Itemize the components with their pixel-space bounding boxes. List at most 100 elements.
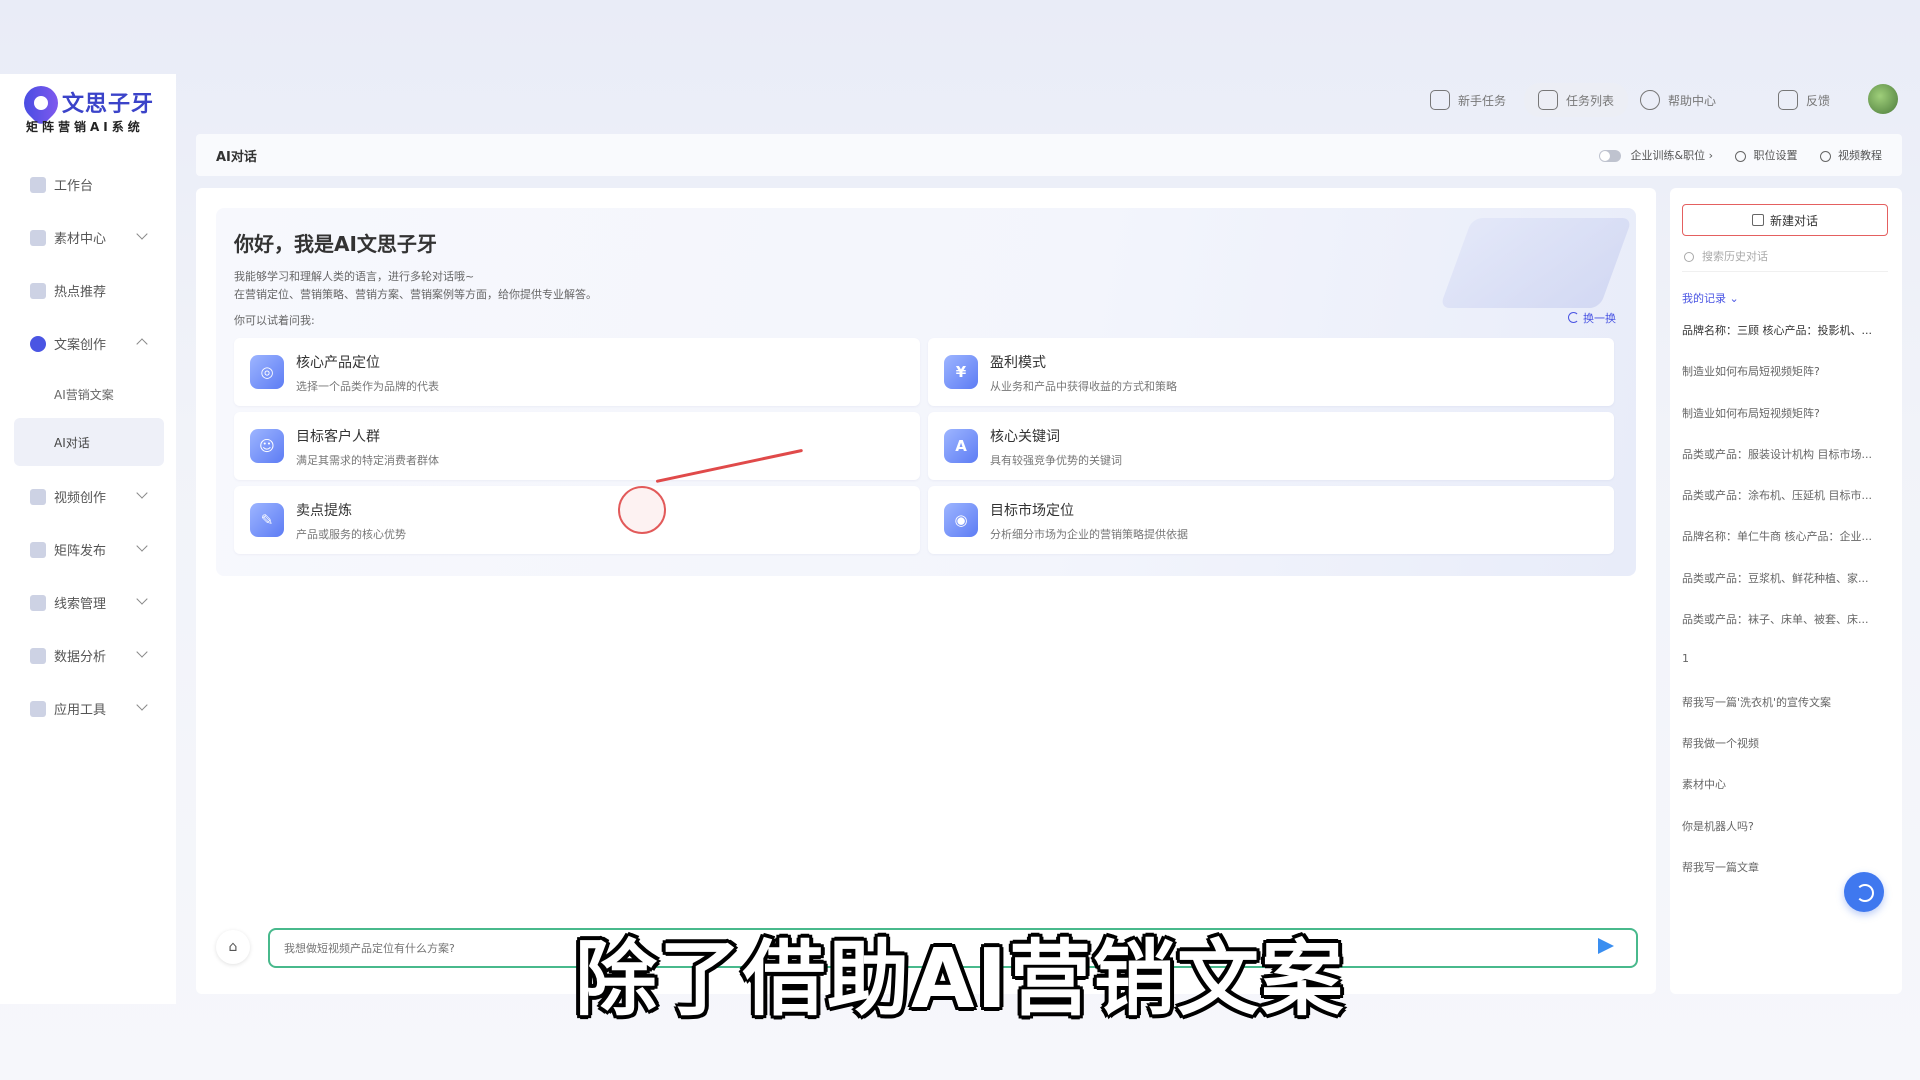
sidebar-item-label: 文案创作 [54,338,107,353]
history-item[interactable]: 制造业如何布局短视频矩阵? [1682,363,1892,404]
history-search-input[interactable]: 搜索历史对话 [1682,248,1888,272]
history-item[interactable]: 制造业如何布局短视频矩阵? [1682,405,1892,446]
sidebar-item-copywriting[interactable]: 文案创作 [14,317,164,370]
sidebar-item-trending[interactable]: 热点推荐 [14,264,164,317]
suggestion-title: 核心关键词 [990,429,1060,445]
radar-icon: ◉ [944,503,978,537]
chevron-down-icon [136,646,148,658]
image-icon [30,229,46,246]
position-settings-button[interactable]: 职位设置 [1735,147,1798,163]
top-bar: 新手任务 任务列表 帮助中心 反馈 [196,74,1920,126]
enterprise-toggle[interactable]: 企业训练&职位 › [1599,147,1713,163]
chevron-down-icon [136,487,148,499]
suggestion-title: 盈利模式 [990,355,1046,371]
history-item[interactable]: 品牌名称：三顾 核心产品：投影机、... [1682,322,1892,363]
suggestion-subtitle: 选择一个品类作为品牌的代表 [296,380,439,393]
suggestion-subtitle: 产品或服务的核心优势 [296,528,406,541]
history-filter-dropdown[interactable]: 我的记录 ⌄ [1682,290,1739,306]
sidebar-item-label: 矩阵发布 [54,544,107,559]
cursor-highlight [618,486,666,534]
add-icon [1751,214,1764,226]
suggestion-title: 目标市场定位 [990,503,1074,519]
video-subtitle: 除了借助AI营销文案 [575,932,1345,1027]
suggestion-subtitle: 具有较强竞争优势的关键词 [990,454,1122,467]
toggle-switch[interactable] [1599,150,1622,162]
mail-icon [1778,90,1798,110]
avatar[interactable] [1868,84,1898,114]
history-item[interactable]: 品类或产品：豆浆机、鲜花种植、家... [1682,570,1892,611]
sidebar-item-publish[interactable]: 矩阵发布 [14,523,164,576]
sidebar-item-leads[interactable]: 线索管理 [14,576,164,629]
chevron-down-icon [136,699,148,711]
suggestion-subtitle: 满足其需求的特定消费者群体 [296,454,439,467]
history-item[interactable]: 素材中心 [1682,776,1892,817]
history-item[interactable]: 帮我做一个视频 [1682,735,1892,776]
people-icon: ☺ [250,429,284,463]
enterprise-toggle-label: 企业训练&职位 [1630,149,1706,162]
suggestion-card[interactable]: ¥ 盈利模式 从业务和产品中获得收益的方式和策略 [928,338,1614,406]
sidebar-nav: 工作台 素材中心 热点推荐 文案创作 AI营销文案 AI对话 视频创作 矩阵发布… [14,158,164,735]
chat-panel: 你好，我是AI文思子牙 我能够学习和理解人类的语言，进行多轮对话哦~ 在营销定位… [196,188,1656,994]
logo-name: 文思子牙 [62,92,155,117]
keyword-icon: A [944,429,978,463]
sidebar-item-analytics[interactable]: 数据分析 [14,629,164,682]
new-chat-button[interactable]: 新建对话 [1682,204,1888,236]
pen-icon: ✎ [250,503,284,537]
task-list-button[interactable]: 任务列表 [1524,83,1629,117]
history-item[interactable]: 品类或产品：涂布机、压延机 目标市... [1682,487,1892,528]
sidebar-subitem-label: AI营销文案 [54,387,114,402]
sidebar-item-label: 应用工具 [54,703,107,718]
bar-chart-icon [30,647,46,664]
sidebar-subitem-label: AI对话 [54,435,90,450]
history-item[interactable]: 品类或产品：服装设计机构 目标市场... [1682,446,1892,487]
search-icon [1684,252,1694,262]
newbie-task-button[interactable]: 新手任务 [1430,86,1506,114]
app-logo[interactable]: 文思子牙 矩阵营销AI系统 [16,78,164,134]
sidebar-item-label: 视频创作 [54,491,107,506]
video-tutorial-label: 视频教程 [1838,149,1882,162]
refresh-icon [1568,312,1579,323]
refresh-suggestions-button[interactable]: 换一换 [1568,310,1616,326]
page-header: AI对话 企业训练&职位 › 职位设置 视频教程 [196,134,1902,176]
customer-service-button[interactable] [1844,872,1884,912]
chevron-up-icon [136,338,148,350]
sidebar-item-label: 热点推荐 [54,285,107,300]
suggestion-subtitle: 分析细分市场为企业的营销策略提供依据 [990,528,1188,541]
welcome-card: 你好，我是AI文思子牙 我能够学习和理解人类的语言，进行多轮对话哦~ 在营销定位… [216,208,1636,576]
chevron-down-icon [136,540,148,552]
suggestion-card[interactable]: ◉ 目标市场定位 分析细分市场为企业的营销策略提供依据 [928,486,1614,554]
sidebar-item-label: 素材中心 [54,232,107,247]
help-icon [1640,90,1660,110]
sidebar-item-materials[interactable]: 素材中心 [14,211,164,264]
suggestion-card[interactable]: ☺ 目标客户人群 满足其需求的特定消费者群体 [234,412,920,480]
feedback-button[interactable]: 反馈 [1778,86,1830,114]
position-settings-label: 职位设置 [1753,149,1798,162]
sidebar-item-workbench[interactable]: 工作台 [14,158,164,211]
history-item[interactable]: 你是机器人吗? [1682,818,1892,859]
feedback-label: 反馈 [1806,93,1831,108]
chevron-right-icon: › [1708,149,1713,162]
sidebar-item-video[interactable]: 视频创作 [14,470,164,523]
sidebar-subitem-ai-chat[interactable]: AI对话 [14,418,164,466]
sidebar: 文思子牙 矩阵营销AI系统 工作台 素材中心 热点推荐 文案创作 AI营销文案 … [0,74,176,1004]
chevron-down-icon: ⌄ [1729,292,1739,305]
suggestion-card[interactable]: ✎ 卖点提炼 产品或服务的核心优势 [234,486,920,554]
decorative-shape [1439,218,1633,308]
help-center-button[interactable]: 帮助中心 [1640,86,1716,114]
history-item[interactable]: 帮我写一篇'洗衣机'的宣传文案 [1682,694,1892,735]
fire-icon [30,282,46,299]
intro-description: 在营销定位、营销策略、营销方案、营销案例等方面，给你提供专业解答。 [234,288,597,301]
logo-subtitle: 矩阵营销AI系统 [26,120,144,134]
suggestion-card[interactable]: A 核心关键词 具有较强竞争优势的关键词 [928,412,1614,480]
suggestion-subtitle: 从业务和产品中获得收益的方式和策略 [990,380,1177,393]
sidebar-subitem-ai-copy[interactable]: AI营销文案 [14,370,164,418]
suggestion-card[interactable]: ◎ 核心产品定位 选择一个品类作为品牌的代表 [234,338,920,406]
history-item[interactable]: 1 [1682,652,1892,693]
chevron-down-icon [136,228,148,240]
suggestion-title: 目标客户人群 [296,429,380,445]
leads-icon [30,594,46,611]
sidebar-item-tools[interactable]: 应用工具 [14,682,164,735]
history-item[interactable]: 品牌名称：单仁牛商 核心产品：企业... [1682,528,1892,569]
history-item[interactable]: 品类或产品：袜子、床单、被套、床... [1682,611,1892,652]
video-tutorial-button[interactable]: 视频教程 [1819,147,1882,163]
